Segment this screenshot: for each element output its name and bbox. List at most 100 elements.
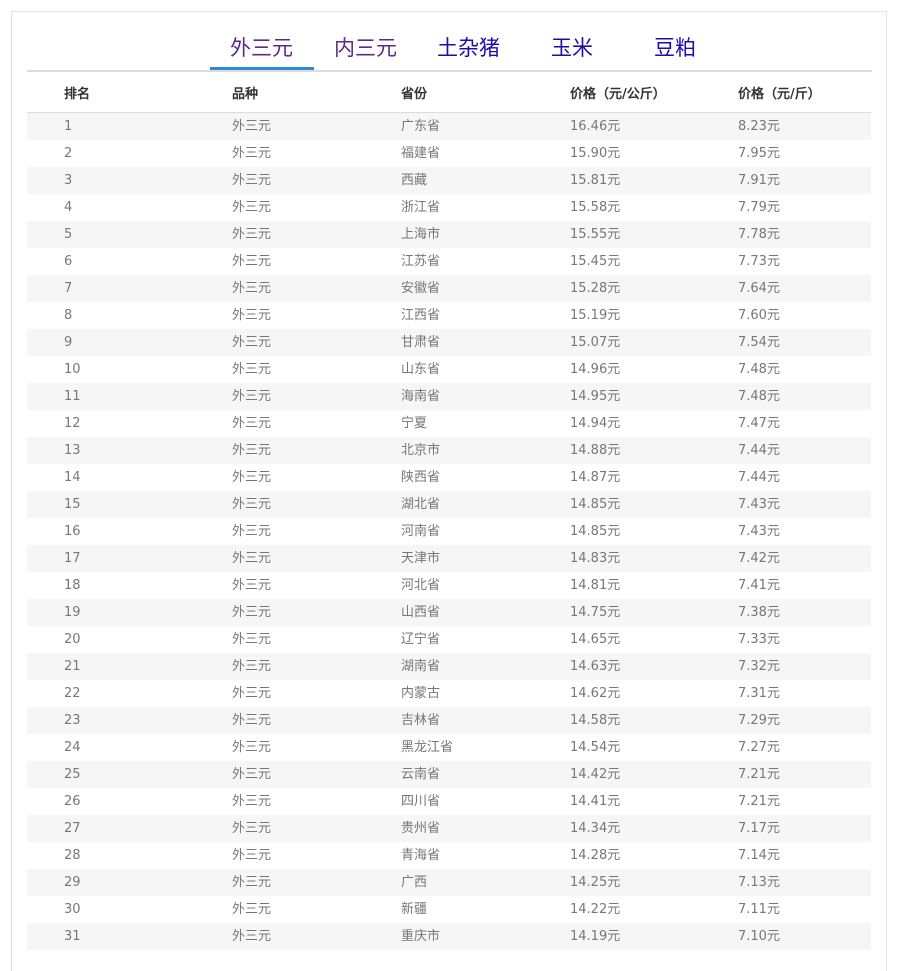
province-cell: 甘肃省 — [401, 335, 441, 350]
rank-cell: 28 — [64, 848, 81, 863]
variety-cell: 外三元 — [232, 227, 272, 242]
product-tabs: 外三元 内三元 土杂猪 玉米 豆粕 — [27, 28, 872, 72]
table-row: 20 外三元 辽宁省 14.65元 7.33元 — [27, 626, 871, 653]
table-row: 4 外三元 浙江省 15.58元 7.79元 — [27, 194, 871, 221]
price-jin-cell: 7.43元 — [738, 524, 780, 539]
rank-cell: 15 — [64, 497, 81, 512]
rank-cell: 27 — [64, 821, 81, 836]
table-row: 1 外三元 广东省 16.46元 8.23元 — [27, 113, 871, 140]
price-jin-cell: 7.29元 — [738, 713, 780, 728]
table-row: 9 外三元 甘肃省 15.07元 7.54元 — [27, 329, 871, 356]
tab-tu-za-zhu[interactable]: 土杂猪 — [437, 34, 500, 62]
price-jin-cell: 7.11元 — [738, 902, 780, 917]
price-kg-cell: 14.95元 — [570, 389, 621, 404]
tab-wai-san-yuan[interactable]: 外三元 — [230, 34, 293, 62]
province-cell: 青海省 — [401, 848, 441, 863]
tab-nei-san-yuan[interactable]: 内三元 — [334, 34, 397, 62]
rank-cell: 24 — [64, 740, 81, 755]
price-jin-cell: 7.27元 — [738, 740, 780, 755]
table-row: 3 外三元 西藏 15.81元 7.91元 — [27, 167, 871, 194]
table-row: 18 外三元 河北省 14.81元 7.41元 — [27, 572, 871, 599]
variety-cell: 外三元 — [232, 119, 272, 134]
variety-cell: 外三元 — [232, 902, 272, 917]
price-jin-cell: 7.42元 — [738, 551, 780, 566]
province-cell: 宁夏 — [401, 416, 428, 431]
variety-cell: 外三元 — [232, 605, 272, 620]
price-kg-cell: 14.87元 — [570, 470, 621, 485]
price-jin-cell: 7.48元 — [738, 362, 780, 377]
price-kg-cell: 14.94元 — [570, 416, 621, 431]
rank-cell: 9 — [64, 335, 73, 350]
province-cell: 山西省 — [401, 605, 441, 620]
province-cell: 浙江省 — [401, 200, 441, 215]
variety-cell: 外三元 — [232, 578, 272, 593]
rank-cell: 13 — [64, 443, 81, 458]
price-table: 排名 品种 省份 价格（元/公斤） 价格（元/斤） 1 外三元 广东省 16.46元 8… — [27, 72, 871, 950]
rank-cell: 20 — [64, 632, 81, 647]
price-kg-cell: 15.81元 — [570, 173, 621, 188]
price-jin-cell: 7.43元 — [738, 497, 780, 512]
rank-cell: 17 — [64, 551, 81, 566]
table-row: 12 外三元 宁夏 14.94元 7.47元 — [27, 410, 871, 437]
header-rank: 排名 — [64, 87, 91, 102]
table-row: 2 外三元 福建省 15.90元 7.95元 — [27, 140, 871, 167]
tab-dou-po[interactable]: 豆粕 — [654, 34, 696, 62]
price-kg-cell: 14.42元 — [570, 767, 621, 782]
province-cell: 海南省 — [401, 389, 441, 404]
price-jin-cell: 7.95元 — [738, 146, 780, 161]
variety-cell: 外三元 — [232, 659, 272, 674]
table-row: 16 外三元 河南省 14.85元 7.43元 — [27, 518, 871, 545]
price-kg-cell: 14.19元 — [570, 929, 621, 944]
rank-cell: 25 — [64, 767, 81, 782]
price-kg-cell: 14.58元 — [570, 713, 621, 728]
variety-cell: 外三元 — [232, 632, 272, 647]
rank-cell: 12 — [64, 416, 81, 431]
table-row: 22 外三元 内蒙古 14.62元 7.31元 — [27, 680, 871, 707]
price-kg-cell: 14.63元 — [570, 659, 621, 674]
price-jin-cell: 7.32元 — [738, 659, 780, 674]
variety-cell: 外三元 — [232, 470, 272, 485]
table-row: 23 外三元 吉林省 14.58元 7.29元 — [27, 707, 871, 734]
table-row: 17 外三元 天津市 14.83元 7.42元 — [27, 545, 871, 572]
header-province: 省份 — [401, 87, 428, 102]
table-row: 15 外三元 湖北省 14.85元 7.43元 — [27, 491, 871, 518]
province-cell: 广东省 — [401, 119, 441, 134]
table-row: 28 外三元 青海省 14.28元 7.14元 — [27, 842, 871, 869]
variety-cell: 外三元 — [232, 254, 272, 269]
header-variety: 品种 — [232, 87, 259, 102]
variety-cell: 外三元 — [232, 848, 272, 863]
province-cell: 西藏 — [401, 173, 428, 188]
variety-cell: 外三元 — [232, 308, 272, 323]
table-row: 13 外三元 北京市 14.88元 7.44元 — [27, 437, 871, 464]
rank-cell: 26 — [64, 794, 81, 809]
province-cell: 吉林省 — [401, 713, 441, 728]
table-row: 11 外三元 海南省 14.95元 7.48元 — [27, 383, 871, 410]
variety-cell: 外三元 — [232, 173, 272, 188]
province-cell: 江西省 — [401, 308, 441, 323]
province-cell: 福建省 — [401, 146, 441, 161]
table-header: 排名 品种 省份 价格（元/公斤） 价格（元/斤） — [27, 72, 871, 113]
variety-cell: 外三元 — [232, 281, 272, 296]
tab-yu-mi[interactable]: 玉米 — [551, 34, 593, 62]
price-kg-cell: 14.88元 — [570, 443, 621, 458]
variety-cell: 外三元 — [232, 767, 272, 782]
table-row: 26 外三元 四川省 14.41元 7.21元 — [27, 788, 871, 815]
province-cell: 云南省 — [401, 767, 441, 782]
province-cell: 山东省 — [401, 362, 441, 377]
price-jin-cell: 7.91元 — [738, 173, 780, 188]
rank-cell: 16 — [64, 524, 81, 539]
price-jin-cell: 7.33元 — [738, 632, 780, 647]
price-kg-cell: 14.34元 — [570, 821, 621, 836]
variety-cell: 外三元 — [232, 443, 272, 458]
rank-cell: 10 — [64, 362, 81, 377]
table-row: 25 外三元 云南省 14.42元 7.21元 — [27, 761, 871, 788]
rank-cell: 7 — [64, 281, 73, 296]
active-tab-indicator — [210, 67, 314, 70]
price-jin-cell: 7.31元 — [738, 686, 780, 701]
table-row: 30 外三元 新疆 14.22元 7.11元 — [27, 896, 871, 923]
rank-cell: 31 — [64, 929, 81, 944]
province-cell: 内蒙古 — [401, 686, 441, 701]
variety-cell: 外三元 — [232, 524, 272, 539]
rank-cell: 8 — [64, 308, 73, 323]
price-jin-cell: 7.54元 — [738, 335, 780, 350]
